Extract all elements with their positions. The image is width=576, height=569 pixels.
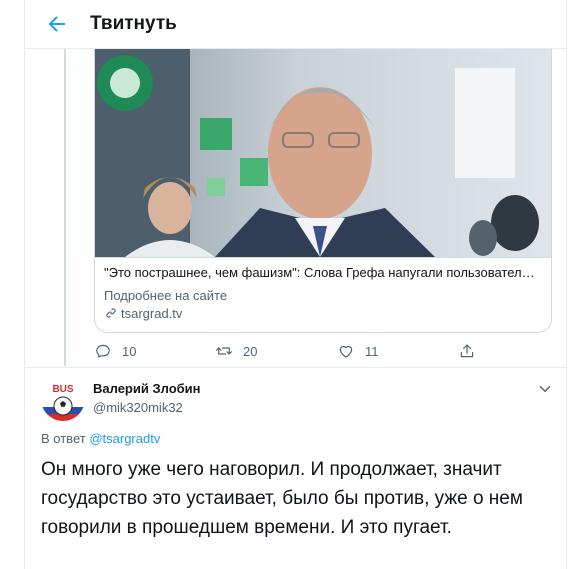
retweet-count: 20	[243, 343, 258, 359]
more-options-button[interactable]	[536, 380, 554, 398]
author-name[interactable]: Валерий Злобин	[93, 381, 201, 396]
back-button[interactable]	[45, 12, 69, 36]
right-border	[566, 0, 567, 569]
arrow-left-icon	[48, 16, 65, 32]
chevron-down-icon	[539, 386, 551, 392]
reply-icon	[96, 344, 110, 359]
reply-count: 10	[122, 343, 137, 359]
card-domain: tsargrad.tv	[104, 306, 182, 321]
article-photo	[95, 48, 551, 258]
tweet-divider	[25, 367, 566, 368]
reply-button[interactable]: 10	[94, 340, 136, 362]
retweet-icon	[215, 347, 233, 355]
share-icon	[460, 344, 474, 358]
retweet-button[interactable]: 20	[215, 340, 257, 362]
left-border	[24, 0, 25, 569]
card-more-link: Подробнее на сайте	[104, 288, 228, 303]
reply-to-mention-link[interactable]: @tsargradtv	[89, 431, 160, 446]
reply-context-prefix: В ответ	[41, 431, 86, 446]
author-handle[interactable]: @mik320mik32	[93, 400, 183, 415]
reply-context: В ответ @tsargradtv	[41, 431, 160, 446]
like-button[interactable]: 11	[337, 340, 379, 362]
share-button[interactable]	[458, 340, 486, 362]
link-icon	[106, 308, 116, 318]
card-title: "Это пострашнее, чем фашизм": Слова Греф…	[104, 265, 535, 280]
avatar[interactable]: BUS	[41, 377, 85, 421]
tweet-text: Он много уже чего наговорил. И продолжае…	[41, 459, 523, 538]
link-preview-card[interactable]: "Это пострашнее, чем фашизм": Слова Греф…	[94, 48, 552, 333]
top-bar: Твитнуть	[25, 0, 566, 49]
page-title: Твитнуть	[90, 13, 177, 34]
svg-text:BUS: BUS	[52, 384, 73, 395]
like-count: 11	[365, 343, 379, 359]
thread-connector	[64, 48, 66, 366]
avatar-logo: BUS	[41, 377, 85, 421]
tweet-actions: 10 20 11	[0, 340, 576, 362]
heart-icon	[339, 345, 353, 358]
card-domain-text: tsargrad.tv	[121, 306, 183, 321]
